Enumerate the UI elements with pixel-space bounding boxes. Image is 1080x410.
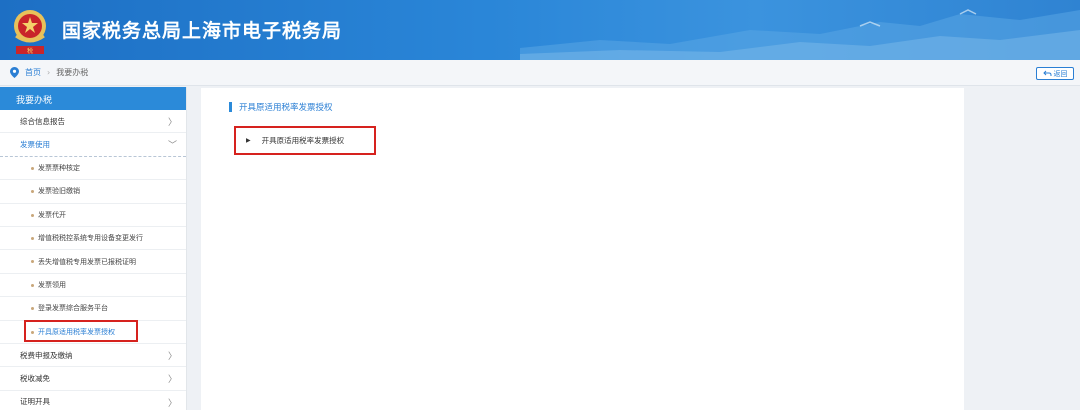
sidebar-subitem-lost-invoice-certificate[interactable]: 丢失增值税专用发票已报税证明 xyxy=(0,250,186,274)
location-pin-icon xyxy=(10,67,19,78)
bullet-dot xyxy=(31,236,34,240)
main-panel: 开具原适用税率发票授权 ▶ 开具原适用税率发票授权 xyxy=(201,88,964,410)
bullet-dot xyxy=(31,166,34,170)
section-title-text: 开具原适用税率发票授权 xyxy=(239,103,333,113)
site-title: 国家税务总局上海市电子税务局 xyxy=(62,20,343,42)
breadcrumb: 首页 › 我要办税 xyxy=(10,67,88,78)
chevron-right-icon: 〉 xyxy=(167,398,177,409)
sidebar-item-label: 税费申报及缴纳 xyxy=(20,350,73,360)
bullet-dot xyxy=(31,307,34,311)
sidebar-item-certificate-issuing[interactable]: 证明开具 〉 xyxy=(0,391,186,410)
sidebar-subitem-label: 发票领用 xyxy=(38,280,66,289)
original-tax-rate-invoice-auth-link[interactable]: ▶ 开具原适用税率发票授权 xyxy=(234,126,376,155)
sidebar-subitem-invoice-collection[interactable]: 发票领用 xyxy=(0,274,186,298)
bullet-dot xyxy=(31,283,34,287)
sidebar-subitem-invoice-verification-cancellation[interactable]: 发票验旧缴销 xyxy=(0,180,186,204)
breadcrumb-current: 我要办税 xyxy=(56,68,89,77)
bullet-dot xyxy=(31,213,34,217)
sidebar-subitem-tax-control-device-change[interactable]: 增值税税控系统专用设备变更发行 xyxy=(0,227,186,251)
sidebar-subitem-original-tax-rate-invoice-auth[interactable]: 开具原适用税率发票授权 xyxy=(0,319,186,344)
site-header: 税 国家税务总局上海市电子税务局 xyxy=(0,0,1080,60)
breadcrumb-separator: › xyxy=(47,68,51,77)
sidebar-item-tax-declaration-payment[interactable]: 税费申报及缴纳 〉 xyxy=(0,344,186,368)
national-tax-emblem-icon: 税 xyxy=(14,10,46,55)
title-accent-bar xyxy=(229,102,232,112)
svg-text:税: 税 xyxy=(27,47,33,55)
sidebar-subitem-label: 发票票种核定 xyxy=(38,163,80,172)
sidebar-item-tax-reduction[interactable]: 税收减免 〉 xyxy=(0,367,186,391)
sidebar-subitem-label: 丢失增值税专用发票已报税证明 xyxy=(38,257,136,266)
back-button[interactable]: 返回 xyxy=(1036,67,1074,80)
sidebar-item-label: 证明开具 xyxy=(20,397,50,407)
bullet-dot xyxy=(31,260,34,264)
sidebar-subitem-invoice-issuing-on-behalf[interactable]: 发票代开 xyxy=(0,204,186,227)
sidebar-item-label: 综合信息报告 xyxy=(20,116,65,126)
triangle-right-icon: ▶ xyxy=(246,137,251,144)
sidebar-item-label: 发票使用 xyxy=(20,140,50,150)
section-title: 开具原适用税率发票授权 xyxy=(229,101,333,113)
sidebar-subitem-invoice-service-platform-login[interactable]: 登录发票综合服务平台 xyxy=(0,297,186,321)
sidebar-item-invoice-usage[interactable]: 发票使用 ﹀ xyxy=(0,133,186,157)
breadcrumb-bar: 首页 › 我要办税 返回 xyxy=(0,60,1080,86)
great-wall-banner-image xyxy=(520,9,1080,60)
chevron-down-icon: ﹀ xyxy=(167,141,177,152)
sidebar-subitem-label: 登录发票综合服务平台 xyxy=(38,304,108,313)
sidebar-item-comprehensive-info-report[interactable]: 综合信息报告 〉 xyxy=(0,110,186,134)
bullet-dot xyxy=(31,190,34,194)
sidebar-subitem-label: 增值税税控系统专用设备变更发行 xyxy=(38,234,143,243)
sidebar-item-label: 税收减免 xyxy=(20,373,50,383)
sidebar-subitem-label: 发票代开 xyxy=(38,210,66,219)
auth-item-label: 开具原适用税率发票授权 xyxy=(261,136,345,145)
highlight-box xyxy=(24,319,138,342)
chevron-right-icon: 〉 xyxy=(167,375,177,386)
sidebar-subitem-label: 发票验旧缴销 xyxy=(38,187,80,196)
breadcrumb-home-link[interactable]: 首页 xyxy=(25,67,41,78)
back-button-label: 返回 xyxy=(1053,69,1068,78)
return-arrow-icon xyxy=(1042,70,1051,76)
sidebar-heading: 我要办税 xyxy=(0,87,186,110)
chevron-right-icon: 〉 xyxy=(167,351,177,362)
sidebar-subitem-invoice-type-approval[interactable]: 发票票种核定 xyxy=(0,157,186,181)
chevron-right-icon: 〉 xyxy=(167,118,177,128)
sidebar-menu: 我要办税 综合信息报告 〉 发票使用 ﹀ 发票票种核定 发票验旧缴销 发票代开 … xyxy=(0,87,187,410)
